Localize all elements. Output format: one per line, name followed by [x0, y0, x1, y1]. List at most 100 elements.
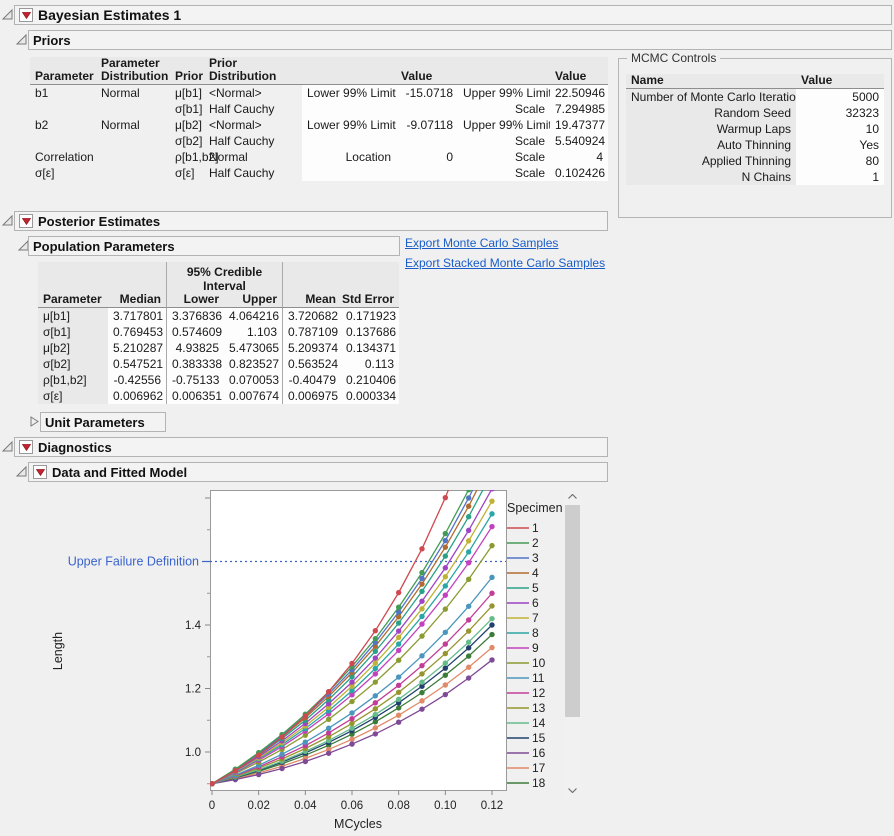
column-header[interactable]: Name	[626, 74, 796, 89]
data-point[interactable]	[419, 546, 424, 551]
column-header[interactable]: Prior Distribution	[204, 57, 302, 85]
red-triangle-menu-icon[interactable]	[33, 465, 47, 479]
column-header[interactable]	[302, 57, 396, 85]
column-header[interactable]: Value	[550, 57, 608, 85]
data-point[interactable]	[373, 693, 378, 698]
data-point[interactable]	[419, 706, 424, 711]
data-point[interactable]	[443, 553, 448, 558]
data-point[interactable]	[466, 675, 471, 680]
data-point[interactable]	[349, 725, 354, 730]
data-point[interactable]	[396, 628, 401, 633]
data-point[interactable]	[489, 622, 494, 627]
data-point[interactable]	[466, 560, 471, 565]
column-header[interactable]: Upper	[224, 293, 283, 308]
red-triangle-menu-icon[interactable]	[19, 8, 33, 22]
section-header-bayesian-estimates[interactable]: Bayesian Estimates 1	[14, 5, 892, 25]
data-point[interactable]	[443, 672, 448, 677]
disclosure-open-icon[interactable]	[1, 440, 14, 453]
data-point[interactable]	[443, 545, 448, 550]
legend-label-specimen-17[interactable]: 17	[532, 761, 546, 775]
data-point[interactable]	[419, 671, 424, 676]
legend-label-specimen-12[interactable]: 12	[532, 686, 546, 700]
legend-label-specimen-15[interactable]: 15	[532, 731, 546, 745]
data-point[interactable]	[466, 617, 471, 622]
data-point[interactable]	[396, 620, 401, 625]
legend-label-specimen-8[interactable]: 8	[532, 626, 539, 640]
data-point[interactable]	[466, 628, 471, 633]
data-point[interactable]	[396, 674, 401, 679]
section-header-posterior-estimates[interactable]: Posterior Estimates	[14, 211, 608, 231]
data-point[interactable]	[443, 574, 448, 579]
column-header[interactable]: Prior	[170, 57, 204, 85]
legend-label-specimen-11[interactable]: 11	[532, 671, 545, 685]
data-point[interactable]	[326, 717, 331, 722]
data-point[interactable]	[373, 636, 378, 641]
data-point[interactable]	[443, 583, 448, 588]
data-point[interactable]	[373, 628, 378, 633]
data-point[interactable]	[349, 721, 354, 726]
disclosure-open-icon[interactable]	[15, 33, 28, 46]
data-point[interactable]	[396, 712, 401, 717]
data-point[interactable]	[489, 657, 494, 662]
data-point[interactable]	[373, 731, 378, 736]
data-point[interactable]	[396, 658, 401, 663]
legend-label-specimen-13[interactable]: 13	[532, 701, 546, 715]
data-point[interactable]	[373, 700, 378, 705]
data-point[interactable]	[489, 591, 494, 596]
data-point[interactable]	[443, 641, 448, 646]
data-point[interactable]	[419, 653, 424, 658]
data-point[interactable]	[419, 679, 424, 684]
data-point[interactable]	[396, 690, 401, 695]
column-header[interactable]: Value	[396, 57, 458, 85]
data-point[interactable]	[443, 682, 448, 687]
data-point[interactable]	[209, 781, 214, 786]
data-point[interactable]	[279, 752, 284, 757]
red-triangle-menu-icon[interactable]	[19, 214, 33, 228]
legend-label-specimen-7[interactable]: 7	[532, 611, 539, 625]
legend-label-specimen-5[interactable]: 5	[532, 581, 539, 595]
legend-label-specimen-2[interactable]: 2	[532, 536, 539, 550]
data-point[interactable]	[419, 606, 424, 611]
data-point[interactable]	[443, 692, 448, 697]
data-point[interactable]	[373, 666, 378, 671]
data-point[interactable]	[396, 648, 401, 653]
data-point[interactable]	[419, 663, 424, 668]
data-point[interactable]	[443, 651, 448, 656]
column-header[interactable]: Lower	[166, 293, 224, 308]
export-monte-carlo-samples-link[interactable]: Export Monte Carlo Samples	[405, 236, 558, 250]
data-point[interactable]	[489, 486, 494, 491]
legend-label-specimen-14[interactable]: 14	[532, 716, 546, 730]
section-header-diagnostics[interactable]: Diagnostics	[14, 437, 608, 457]
data-point[interactable]	[443, 630, 448, 635]
legend-scrollbar[interactable]	[564, 488, 581, 798]
data-point[interactable]	[349, 741, 354, 746]
data-point[interactable]	[466, 549, 471, 554]
legend-label-specimen-10[interactable]: 10	[532, 656, 546, 670]
data-point[interactable]	[489, 575, 494, 580]
data-point[interactable]	[326, 751, 331, 756]
data-point[interactable]	[349, 716, 354, 721]
scrollbar-thumb[interactable]	[565, 505, 580, 717]
data-point[interactable]	[326, 725, 331, 730]
data-point[interactable]	[443, 592, 448, 597]
data-point[interactable]	[349, 679, 354, 684]
data-point[interactable]	[419, 690, 424, 695]
scroll-down-button[interactable]	[564, 782, 581, 798]
data-point[interactable]	[419, 614, 424, 619]
data-point[interactable]	[443, 531, 448, 536]
legend-label-specimen-1[interactable]: 1	[532, 521, 539, 535]
column-header[interactable]: Mean	[283, 293, 341, 308]
disclosure-open-icon[interactable]	[15, 465, 28, 478]
data-point[interactable]	[303, 739, 308, 744]
section-header-unit-parameters[interactable]: Unit Parameters	[40, 412, 166, 432]
data-point[interactable]	[396, 590, 401, 595]
data-point[interactable]	[373, 706, 378, 711]
data-point[interactable]	[419, 570, 424, 575]
data-point[interactable]	[443, 538, 448, 543]
data-point[interactable]	[373, 679, 378, 684]
data-point[interactable]	[466, 504, 471, 509]
data-point[interactable]	[233, 768, 238, 773]
data-point[interactable]	[373, 712, 378, 717]
data-point[interactable]	[349, 737, 354, 742]
data-point[interactable]	[396, 697, 401, 702]
